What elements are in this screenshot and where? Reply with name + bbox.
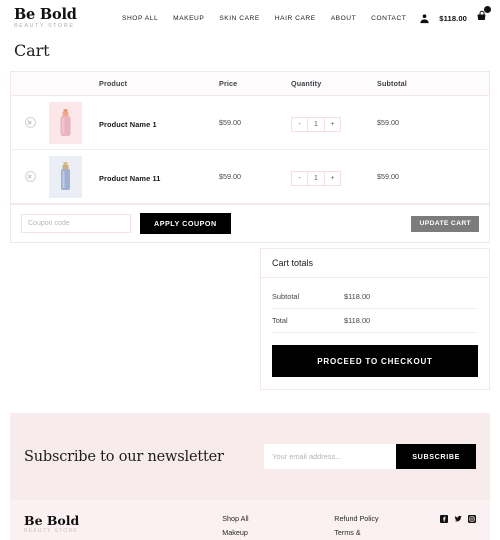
remove-item-icon[interactable] <box>24 171 36 182</box>
cart-table: Product Price Quantity Subtotal Product … <box>10 71 490 243</box>
thumbnail-cell <box>49 155 99 198</box>
cart-badge <box>484 6 491 13</box>
product-name-link[interactable]: Product Name 1 <box>99 120 157 129</box>
column-header-product: Product <box>99 79 128 88</box>
newsletter-form: SUBSCRIBE <box>264 444 476 469</box>
logo-name: Be Bold <box>14 5 77 23</box>
nav-item-hair-care[interactable]: HAIR CARE <box>275 15 316 22</box>
product-subtotal: $59.00 <box>377 118 399 127</box>
cart-totals-heading: Cart totals <box>261 249 489 278</box>
footer-link-makeup[interactable]: Makeup <box>222 528 304 537</box>
footer-link-terms[interactable]: Terms & <box>334 528 378 537</box>
coupon-code-input[interactable] <box>21 214 131 233</box>
quantity-increase-button[interactable]: + <box>325 118 340 131</box>
instagram-icon[interactable] <box>468 515 476 523</box>
footer-logo[interactable]: Be Bold BEAUTY STORE <box>24 514 79 534</box>
cart-table-header: Product Price Quantity Subtotal <box>11 72 489 96</box>
quantity-input[interactable]: 1 <box>307 118 325 131</box>
newsletter-title: Subscribe to our newsletter <box>24 448 224 465</box>
quantity-input[interactable]: 1 <box>307 172 325 185</box>
footer-logo-name: Be Bold <box>24 513 80 528</box>
product-name-cell: Product Name 11 <box>99 168 219 186</box>
update-cart-button[interactable]: UPDATE CART <box>411 215 479 232</box>
product-thumbnail-pink[interactable] <box>49 101 82 144</box>
nav-item-skin-care[interactable]: SKIN CARE <box>219 15 260 22</box>
quantity-decrease-button[interactable]: - <box>292 172 307 185</box>
nav-item-shop-all[interactable]: SHOP ALL <box>122 15 158 22</box>
remove-cell <box>11 117 49 128</box>
cart-totals-panel: Cart totals Subtotal $118.00 Total $118.… <box>260 248 490 390</box>
newsletter-email-input[interactable] <box>264 444 397 469</box>
footer-column-policies: Refund Policy Terms & <box>334 514 378 540</box>
site-logo[interactable]: Be Bold BEAUTY STORE <box>14 7 110 29</box>
footer-logo-tagline: BEAUTY STORE <box>24 528 79 535</box>
quantity-increase-button[interactable]: + <box>325 172 340 185</box>
apply-coupon-button[interactable]: APPLY COUPON <box>140 213 231 234</box>
quantity-cell: - 1 + <box>291 113 377 132</box>
user-icon[interactable] <box>419 13 430 24</box>
quantity-decrease-button[interactable]: - <box>292 118 307 131</box>
nav-item-contact[interactable]: CONTACT <box>371 15 406 22</box>
main-nav: SHOP ALL MAKEUP SKIN CARE HAIR CARE ABOU… <box>122 15 406 22</box>
column-header-quantity: Quantity <box>291 79 322 88</box>
total-value: $118.00 <box>344 316 371 325</box>
coupon-row: APPLY COUPON UPDATE CART <box>11 204 489 242</box>
cart-total-amount: $118.00 <box>439 13 467 23</box>
quantity-stepper: - 1 + <box>291 117 341 132</box>
nav-item-about[interactable]: ABOUT <box>331 15 356 22</box>
subtotal-label: Subtotal <box>272 292 300 301</box>
column-header-price: Price <box>219 79 238 88</box>
page-title: Cart <box>14 41 50 60</box>
table-row: Product Name 11 $59.00 - 1 + $59.00 <box>11 150 489 204</box>
remove-cell <box>11 171 49 182</box>
footer-link-refund-policy[interactable]: Refund Policy <box>334 514 378 523</box>
product-price: $59.00 <box>219 118 241 127</box>
product-thumbnail-blue[interactable] <box>49 155 82 198</box>
proceed-to-checkout-button[interactable]: PROCEED TO CHECKOUT <box>272 345 478 377</box>
quantity-cell: - 1 + <box>291 167 377 186</box>
twitter-icon[interactable] <box>454 515 462 523</box>
table-row: Product Name 1 $59.00 - 1 + $59.00 <box>11 96 489 150</box>
column-header-subtotal: Subtotal <box>377 79 407 88</box>
remove-item-icon[interactable] <box>24 117 36 128</box>
totals-row-total: Total $118.00 <box>272 309 478 333</box>
cart-button[interactable] <box>476 6 491 27</box>
cart-totals-body: Subtotal $118.00 Total $118.00 PROCEED T… <box>261 278 489 389</box>
footer-column-shop: Shop All Makeup <box>222 514 304 540</box>
subscribe-button[interactable]: SUBSCRIBE <box>396 444 476 469</box>
product-name-cell: Product Name 1 <box>99 114 219 132</box>
social-links <box>440 514 476 523</box>
site-header: Be Bold BEAUTY STORE SHOP ALL MAKEUP SKI… <box>0 0 500 36</box>
product-name-link[interactable]: Product Name 11 <box>99 174 160 183</box>
facebook-icon[interactable] <box>440 515 448 523</box>
subtotal-value: $118.00 <box>344 292 371 301</box>
quantity-stepper: - 1 + <box>291 171 341 186</box>
total-label: Total <box>272 316 288 325</box>
footer-link-shop-all[interactable]: Shop All <box>222 514 304 523</box>
totals-row-subtotal: Subtotal $118.00 <box>272 285 478 309</box>
nav-item-makeup[interactable]: MAKEUP <box>173 15 204 22</box>
header-actions: $118.00 <box>419 6 491 27</box>
site-footer: Be Bold BEAUTY STORE Shop All Makeup Ref… <box>10 500 490 540</box>
newsletter-section: Subscribe to our newsletter SUBSCRIBE <box>10 413 490 500</box>
logo-tagline: BEAUTY STORE <box>14 23 75 30</box>
product-price: $59.00 <box>219 172 241 181</box>
product-subtotal: $59.00 <box>377 172 399 181</box>
thumbnail-cell <box>49 101 99 144</box>
